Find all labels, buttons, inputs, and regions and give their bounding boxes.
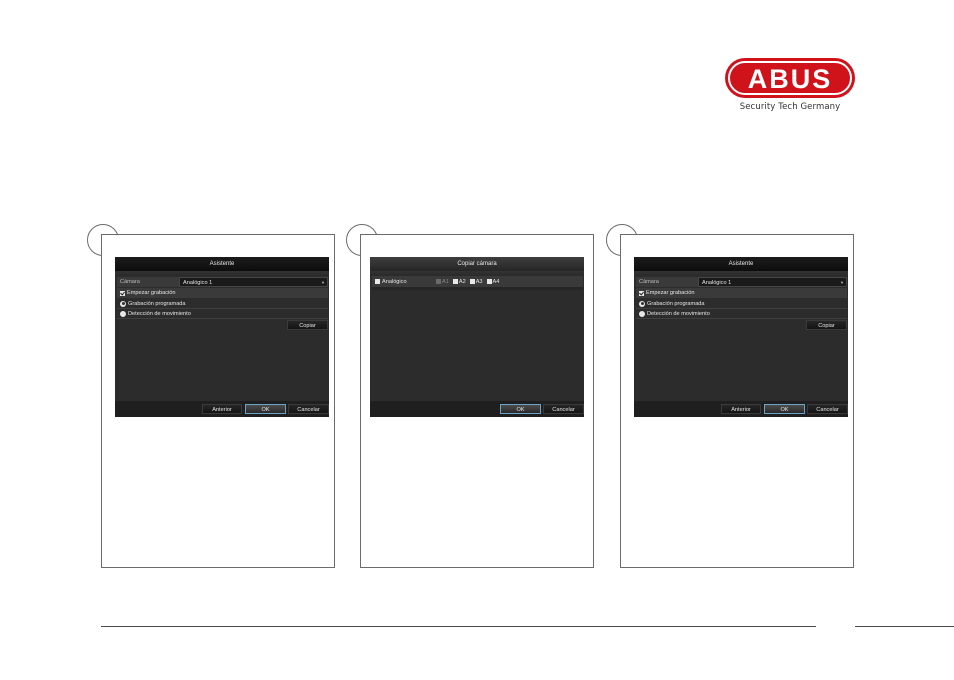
scheduled-radio[interactable] <box>120 300 126 307</box>
copy-button[interactable]: Copiar <box>287 320 328 330</box>
motion-radio[interactable] <box>120 310 126 317</box>
wizard-screen: Asistente Cámara Analógico 1 ▼ Empezar g… <box>634 257 848 417</box>
logo-tagline: Security Tech Germany <box>739 102 841 112</box>
cancel-button[interactable]: Cancelar <box>807 404 848 414</box>
camera-a3-checkbox[interactable] <box>469 279 475 284</box>
camera-a1-checkbox[interactable] <box>436 279 441 284</box>
scheduled-label: Grabación programada <box>128 300 186 307</box>
start-recording-label: Empezar grabación <box>127 290 176 296</box>
motion-label: Detección de movimiento <box>647 310 710 317</box>
camera-select[interactable]: Analógico 1 ▼ <box>179 277 328 287</box>
scheduled-label: Grabación programada <box>647 300 705 307</box>
dropdown-arrow-icon: ▼ <box>321 280 325 285</box>
analog-row: Analógico A1 A2 A3 A4 <box>372 276 583 287</box>
scheduled-radio[interactable] <box>639 300 645 307</box>
camera-option-a2[interactable]: A2 <box>452 278 466 285</box>
previous-button[interactable]: Anterior <box>721 404 761 414</box>
step-panel-3: Asistente Cámara Analógico 1 ▼ Empezar g… <box>620 234 854 568</box>
camera-select-value: Analógico 1 <box>702 280 732 286</box>
start-recording-label: Empezar grabación <box>646 290 695 296</box>
wizard-screen: Asistente Cámara Analógico 1 ▼ Empezar g… <box>115 257 329 417</box>
row-divider <box>372 287 583 290</box>
copy-button[interactable]: Copiar <box>806 320 847 330</box>
camera-a1-label: A1 <box>442 278 449 285</box>
cancel-button[interactable]: Cancelar <box>543 404 584 414</box>
footer-rule-left <box>101 626 816 627</box>
dialog-footer: Anterior OK Cancelar <box>634 401 848 417</box>
motion-radio[interactable] <box>639 310 645 317</box>
copy-camera-screen: Copiar cámara Analógico A1 A2 A3 A4 OK C… <box>370 257 584 417</box>
camera-option-a1[interactable]: A1 <box>436 279 449 285</box>
camera-label: Cámara <box>117 277 179 287</box>
step-panel-2: Copiar cámara Analógico A1 A2 A3 A4 OK C… <box>360 234 594 568</box>
camera-select[interactable]: Analógico 1 ▼ <box>698 277 847 287</box>
dialog-title: Asistente <box>115 257 329 271</box>
camera-option-a3[interactable]: A3 <box>469 278 483 285</box>
cancel-button[interactable]: Cancelar <box>288 404 329 414</box>
camera-a2-checkbox[interactable] <box>452 279 458 284</box>
abus-logo: ABUS <box>725 58 855 98</box>
start-recording-checkbox[interactable] <box>120 290 125 296</box>
footer-rule-right <box>855 626 954 627</box>
motion-row[interactable]: Detección de movimiento <box>636 309 847 319</box>
dropdown-arrow-icon: ▼ <box>840 280 844 285</box>
camera-option-a4[interactable]: A4 <box>486 278 500 285</box>
dialog-footer: OK Cancelar <box>370 401 584 417</box>
motion-row[interactable]: Detección de movimiento <box>117 309 328 319</box>
dialog-footer: Anterior OK Cancelar <box>115 401 329 417</box>
start-recording-checkbox[interactable] <box>639 290 644 296</box>
camera-a3-label: A3 <box>475 278 483 285</box>
dialog-title: Asistente <box>634 257 848 271</box>
start-recording-row[interactable]: Empezar grabación <box>117 288 328 298</box>
title-separator <box>634 271 848 276</box>
title-separator <box>115 271 329 276</box>
camera-row: Cámara Analógico 1 ▼ <box>636 277 847 287</box>
ok-button[interactable]: OK <box>245 404 286 414</box>
previous-button[interactable]: Anterior <box>202 404 242 414</box>
scheduled-row[interactable]: Grabación programada <box>117 299 328 309</box>
camera-label: Cámara <box>636 277 698 287</box>
motion-label: Detección de movimiento <box>128 310 191 317</box>
camera-checkbox-group: A1 A2 A3 A4 <box>436 279 503 285</box>
ok-button[interactable]: OK <box>500 404 541 414</box>
camera-select-value: Analógico 1 <box>183 280 213 286</box>
camera-a2-label: A2 <box>458 278 466 285</box>
step-panel-1: Asistente Cámara Analógico 1 ▼ Empezar g… <box>101 234 335 568</box>
camera-row: Cámara Analógico 1 ▼ <box>117 277 328 287</box>
svg-text:ABUS: ABUS <box>748 64 833 94</box>
camera-a4-checkbox[interactable] <box>486 279 492 284</box>
scheduled-row[interactable]: Grabación programada <box>636 299 847 309</box>
ok-button[interactable]: OK <box>764 404 805 414</box>
analog-all-checkbox[interactable] <box>375 279 380 284</box>
dialog-title: Copiar cámara <box>370 257 584 271</box>
analog-label: Analógico <box>382 278 407 285</box>
start-recording-row[interactable]: Empezar grabación <box>636 288 847 298</box>
camera-a4-label: A4 <box>492 278 500 285</box>
